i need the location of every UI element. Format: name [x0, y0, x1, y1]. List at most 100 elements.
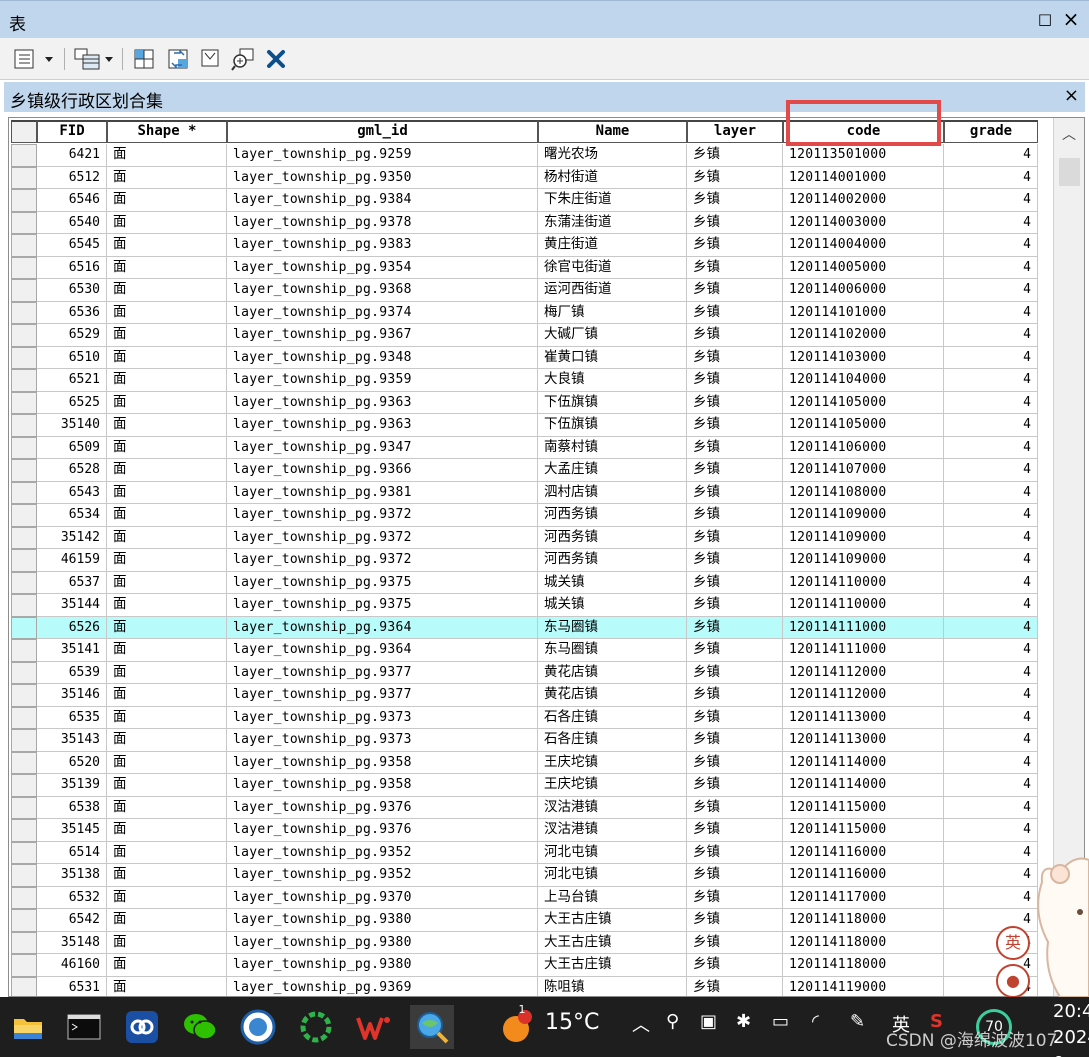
row-selector[interactable]	[11, 166, 37, 189]
cell-layer[interactable]: 乡镇	[687, 774, 783, 797]
cell-layer[interactable]: 乡镇	[687, 616, 783, 639]
select-by-attributes-icon[interactable]	[130, 46, 160, 72]
cell-layer[interactable]: 乡镇	[687, 684, 783, 707]
cell-layer[interactable]: 乡镇	[687, 279, 783, 302]
cell-layer[interactable]: 乡镇	[687, 549, 783, 572]
cell-gml-id[interactable]: layer_township_pg.9354	[227, 256, 538, 279]
cell-name[interactable]: 河北屯镇	[538, 841, 687, 864]
cell-name[interactable]: 东马圈镇	[538, 639, 687, 662]
cell-gml-id[interactable]: layer_township_pg.9380	[227, 954, 538, 977]
cell-shape[interactable]: 面	[107, 369, 227, 392]
cell-fid[interactable]: 35142	[37, 526, 107, 549]
cell-grade[interactable]: 4	[944, 774, 1038, 797]
cell-gml-id[interactable]: layer_township_pg.9363	[227, 391, 538, 414]
table-row[interactable]: 6509 面 layer_township_pg.9347 南蔡村镇 乡镇 1201141…	[11, 436, 1038, 459]
cell-gml-id[interactable]: layer_township_pg.9348	[227, 346, 538, 369]
row-selector[interactable]	[11, 189, 37, 212]
scrollbar-thumb[interactable]	[1059, 158, 1080, 186]
table-row[interactable]: 35138 面 layer_township_pg.9352 河北屯镇 乡镇 120114…	[11, 864, 1038, 887]
cell-layer[interactable]: 乡镇	[687, 481, 783, 504]
cell-name[interactable]: 大王古庄镇	[538, 954, 687, 977]
row-selector[interactable]	[11, 639, 37, 662]
column-header-grade[interactable]: grade	[944, 120, 1038, 143]
table-row[interactable]: 6546 面 layer_township_pg.9384 下朱庄街道 乡镇 120114…	[11, 189, 1038, 212]
cell-fid[interactable]: 6546	[37, 189, 107, 212]
weather-icon[interactable]: 1	[494, 1003, 538, 1049]
row-selector[interactable]	[11, 144, 37, 167]
cell-shape[interactable]: 面	[107, 166, 227, 189]
cell-shape[interactable]: 面	[107, 391, 227, 414]
cell-name[interactable]: 城关镇	[538, 571, 687, 594]
cell-gml-id[interactable]: layer_township_pg.9375	[227, 571, 538, 594]
cell-fid[interactable]: 6532	[37, 886, 107, 909]
row-selector[interactable]	[11, 549, 37, 572]
cell-grade[interactable]: 4	[944, 481, 1038, 504]
cell-layer[interactable]: 乡镇	[687, 391, 783, 414]
cell-grade[interactable]: 4	[944, 504, 1038, 527]
cell-name[interactable]: 杨村街道	[538, 166, 687, 189]
cell-layer[interactable]: 乡镇	[687, 571, 783, 594]
cell-layer[interactable]: 乡镇	[687, 931, 783, 954]
cell-shape[interactable]: 面	[107, 796, 227, 819]
cell-code[interactable]: 120114114000	[783, 774, 944, 797]
cell-grade[interactable]: 4	[944, 211, 1038, 234]
cell-layer[interactable]: 乡镇	[687, 166, 783, 189]
clear-selection-icon[interactable]	[198, 46, 224, 72]
cell-shape[interactable]: 面	[107, 774, 227, 797]
cell-code[interactable]: 120114116000	[783, 864, 944, 887]
cell-shape[interactable]: 面	[107, 819, 227, 842]
cell-code[interactable]: 120114118000	[783, 954, 944, 977]
cell-gml-id[interactable]: layer_township_pg.9377	[227, 661, 538, 684]
cell-layer[interactable]: 乡镇	[687, 144, 783, 167]
table-row[interactable]: 6516 面 layer_township_pg.9354 徐官屯街道 乡镇 120114…	[11, 256, 1038, 279]
cell-layer[interactable]: 乡镇	[687, 954, 783, 977]
row-selector[interactable]	[11, 864, 37, 887]
cell-gml-id[interactable]: layer_township_pg.9376	[227, 819, 538, 842]
cell-fid[interactable]: 6512	[37, 166, 107, 189]
table-row[interactable]: 35142 面 layer_township_pg.9372 河西务镇 乡镇 120114…	[11, 526, 1038, 549]
table-row[interactable]: 35140 面 layer_township_pg.9363 下伍旗镇 乡镇 120114…	[11, 414, 1038, 437]
cell-gml-id[interactable]: layer_township_pg.9372	[227, 526, 538, 549]
cell-code[interactable]: 120114005000	[783, 256, 944, 279]
row-selector[interactable]	[11, 706, 37, 729]
cell-shape[interactable]: 面	[107, 256, 227, 279]
cell-code[interactable]: 120114117000	[783, 886, 944, 909]
column-header-layer[interactable]: layer	[687, 120, 783, 143]
cell-fid[interactable]: 6529	[37, 324, 107, 347]
wifi-icon[interactable]: ◜	[812, 1011, 819, 1032]
cell-layer[interactable]: 乡镇	[687, 841, 783, 864]
cell-grade[interactable]: 4	[944, 819, 1038, 842]
cell-fid[interactable]: 6538	[37, 796, 107, 819]
cell-code[interactable]: 120113501000	[783, 144, 944, 167]
row-selector[interactable]	[11, 526, 37, 549]
row-selector[interactable]	[11, 774, 37, 797]
row-selector[interactable]	[11, 684, 37, 707]
cell-layer[interactable]: 乡镇	[687, 594, 783, 617]
row-selector[interactable]	[11, 841, 37, 864]
table-row[interactable]: 35139 面 layer_township_pg.9358 王庆坨镇 乡镇 120114…	[11, 774, 1038, 797]
cell-gml-id[interactable]: layer_township_pg.9367	[227, 324, 538, 347]
cell-fid[interactable]: 6545	[37, 234, 107, 257]
cell-shape[interactable]: 面	[107, 279, 227, 302]
cell-grade[interactable]: 4	[944, 571, 1038, 594]
delete-selected-icon[interactable]	[264, 46, 288, 72]
cell-shape[interactable]: 面	[107, 706, 227, 729]
switch-selection-icon[interactable]	[164, 46, 194, 72]
cell-grade[interactable]: 4	[944, 436, 1038, 459]
cell-name[interactable]: 梅厂镇	[538, 301, 687, 324]
cell-name[interactable]: 大孟庄镇	[538, 459, 687, 482]
cell-layer[interactable]: 乡镇	[687, 886, 783, 909]
cell-name[interactable]: 河西务镇	[538, 526, 687, 549]
cell-layer[interactable]: 乡镇	[687, 234, 783, 257]
cell-code[interactable]: 120114109000	[783, 526, 944, 549]
table-row[interactable]: 6540 面 layer_township_pg.9378 东蒲洼街道 乡镇 120114…	[11, 211, 1038, 234]
table-row[interactable]: 6512 面 layer_township_pg.9350 杨村街道 乡镇 1201140…	[11, 166, 1038, 189]
cell-grade[interactable]: 4	[944, 706, 1038, 729]
row-selector[interactable]	[11, 976, 37, 996]
cell-shape[interactable]: 面	[107, 571, 227, 594]
cell-code[interactable]: 120114002000	[783, 189, 944, 212]
table-row-selected[interactable]: 6526 面 layer_township_pg.9364 东马圈镇 乡镇 1201141…	[11, 616, 1038, 639]
cell-shape[interactable]: 面	[107, 459, 227, 482]
cell-gml-id[interactable]: layer_township_pg.9364	[227, 639, 538, 662]
cell-code[interactable]: 120114107000	[783, 459, 944, 482]
